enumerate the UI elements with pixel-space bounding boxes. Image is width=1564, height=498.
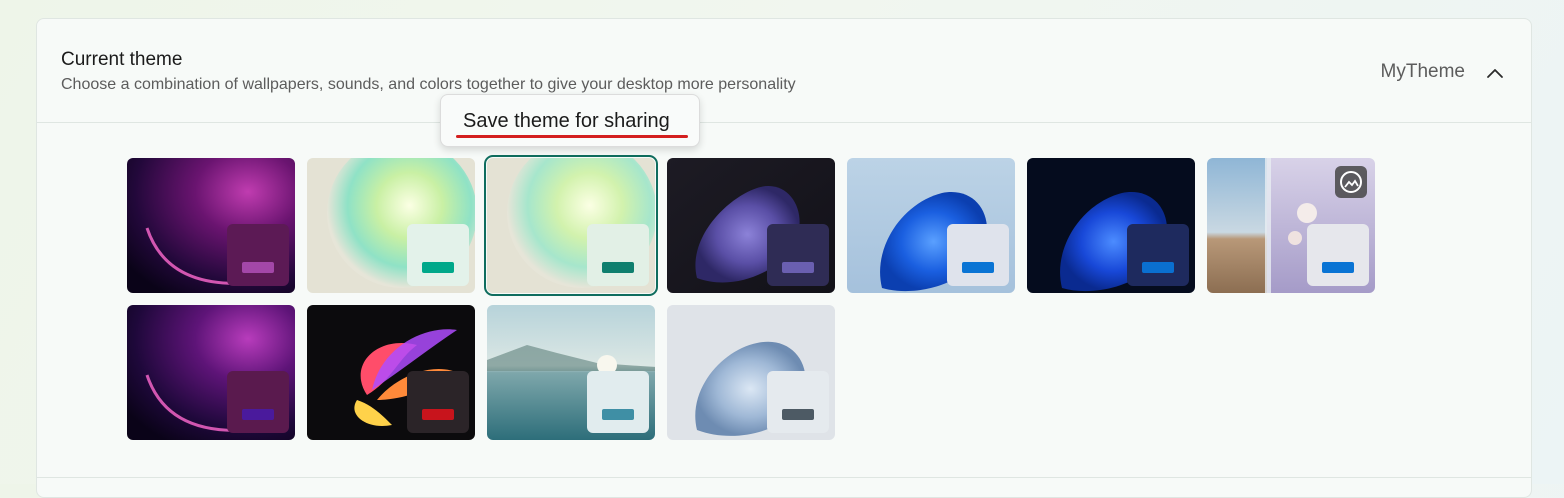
- theme-tile-sunrise-lake[interactable]: [487, 305, 655, 440]
- theme-tile-captured-motion[interactable]: [307, 305, 475, 440]
- color-preview-badge: [767, 224, 829, 286]
- color-preview-badge: [227, 224, 289, 286]
- annotation-underline: [456, 135, 688, 138]
- accent-color-bar: [602, 262, 634, 273]
- accent-color-bar: [1322, 262, 1354, 273]
- color-preview-badge: [587, 224, 649, 286]
- theme-tile-bloom-light-1[interactable]: [307, 158, 475, 293]
- accent-color-bar: [1142, 262, 1174, 273]
- color-preview-badge: [1127, 224, 1189, 286]
- theme-tile-bloom-blue-dark[interactable]: [1027, 158, 1195, 293]
- color-preview-badge: [767, 371, 829, 433]
- accent-color-bar: [242, 262, 274, 273]
- theme-tile-flow-light[interactable]: [667, 305, 835, 440]
- theme-tile-glow-purple[interactable]: [127, 158, 295, 293]
- current-theme-header[interactable]: Current theme Choose a combination of wa…: [37, 19, 1531, 123]
- section-description: Choose a combination of wallpapers, soun…: [61, 76, 796, 93]
- chevron-up-icon[interactable]: [1485, 63, 1505, 83]
- accent-color-bar: [782, 409, 814, 420]
- section-title: Current theme: [61, 49, 183, 70]
- theme-tile-flow-dark[interactable]: [667, 158, 835, 293]
- current-theme-value: MyTheme: [1380, 61, 1465, 82]
- tooltip-label: Save theme for sharing: [463, 110, 670, 132]
- save-theme-tooltip: Save theme for sharing: [440, 94, 700, 147]
- accent-color-bar: [962, 262, 994, 273]
- color-preview-badge: [587, 371, 649, 433]
- color-preview-badge: [227, 371, 289, 433]
- accent-color-bar: [422, 409, 454, 420]
- theme-tile-bloom-light-2[interactable]: [484, 155, 658, 296]
- accent-color-bar: [602, 409, 634, 420]
- theme-tile-spotlight-collection[interactable]: [1207, 158, 1375, 293]
- theme-tile-bloom-blue-light[interactable]: [847, 158, 1015, 293]
- accent-color-bar: [782, 262, 814, 273]
- color-preview-badge: [947, 224, 1009, 286]
- accent-color-bar: [242, 409, 274, 420]
- accent-color-bar: [422, 262, 454, 273]
- divider: [37, 477, 1531, 478]
- color-preview-badge: [407, 371, 469, 433]
- color-preview-badge: [407, 224, 469, 286]
- theme-tile-glow-indigo[interactable]: [127, 305, 295, 440]
- color-preview-badge: [1307, 224, 1369, 286]
- slideshow-icon: [1335, 166, 1367, 198]
